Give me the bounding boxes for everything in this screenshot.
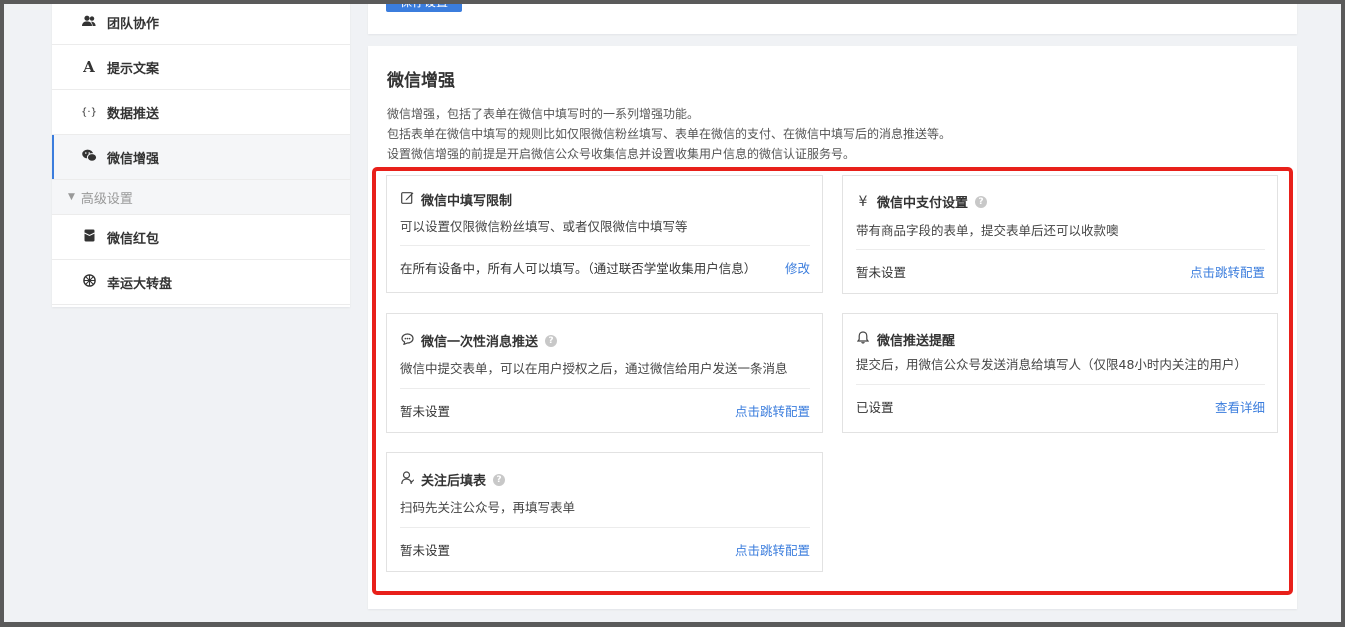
card-follow-then-fill: 关注后填表 ? 扫码先关注公众号，再填写表单 暂未设置 点击跳转配置	[386, 452, 823, 572]
sidebar-item-data-push[interactable]: {·} 数据推送	[52, 90, 350, 135]
card-title-text: 微信中支付设置	[877, 196, 969, 211]
card-status: 暂未设置	[856, 265, 907, 280]
description-line: 包括表单在微信中填写的规则比如仅限微信粉丝填写、表单在微信的支付、在微信中填写后…	[387, 127, 952, 141]
card-title-text: 微信一次性消息推送	[421, 335, 539, 350]
sidebar-item-label: 团队协作	[107, 16, 160, 32]
app-frame: 团队协作 A 提示文案 {·} 数据推送 微信增强 ▼ 高级设置 微信红包 幸运…	[4, 4, 1341, 622]
card-one-time-message: 微信一次性消息推送 ? 微信中提交表单，可以在用户授权之后，通过微信给用户发送一…	[386, 313, 823, 433]
card-title-text: 微信中填写限制	[421, 194, 513, 209]
help-icon[interactable]: ?	[545, 334, 558, 347]
wheel-icon	[80, 274, 98, 290]
card-status: 暂未设置	[400, 404, 451, 419]
sidebar-item-wechat[interactable]: 微信增强	[52, 135, 350, 180]
card-description: 微信中提交表单，可以在用户授权之后，通过微信给用户发送一条消息	[400, 361, 788, 376]
bell-icon	[856, 331, 870, 348]
code-braces-icon: {·}	[81, 106, 97, 118]
sidebar: 团队协作 A 提示文案 {·} 数据推送 微信增强 ▼ 高级设置 微信红包 幸运…	[52, 4, 350, 307]
card-status: 暂未设置	[400, 543, 451, 558]
sidebar-item-lucky-wheel[interactable]: 幸运大转盘	[52, 260, 350, 305]
card-title-text: 微信推送提醒	[877, 334, 956, 349]
card-description: 带有商品字段的表单，提交表单后还可以收款噢	[856, 223, 1119, 238]
sidebar-item-label: 幸运大转盘	[107, 276, 173, 292]
card-payment-settings: ¥ 微信中支付设置 ? 带有商品字段的表单，提交表单后还可以收款噢 暂未设置 点…	[842, 175, 1278, 294]
wechat-enhance-panel: 微信增强 微信增强，包括了表单在微信中填写时的一系列增强功能。 包括表单在微信中…	[368, 46, 1297, 609]
wechat-icon	[80, 149, 98, 165]
card-status: 在所有设备中，所有人可以填写。（通过联否学堂收集用户信息）	[400, 261, 757, 276]
yen-icon: ¥	[858, 193, 868, 210]
red-packet-icon	[80, 229, 98, 245]
card-title: 关注后填表 ?	[400, 470, 506, 489]
view-details-link[interactable]: 查看详细	[1215, 397, 1265, 416]
card-title: 微信推送提醒	[856, 330, 955, 349]
sidebar-item-tips[interactable]: A 提示文案	[52, 45, 350, 90]
card-divider	[400, 245, 810, 246]
panel-description: 微信增强，包括了表单在微信中填写时的一系列增强功能。 包括表单在微信中填写的规则…	[387, 104, 951, 164]
card-divider	[856, 249, 1265, 250]
edit-icon	[400, 191, 414, 208]
card-title: 微信一次性消息推送 ?	[400, 331, 558, 350]
save-button[interactable]: 保存设置	[386, 4, 462, 12]
sidebar-item-red-packet[interactable]: 微信红包	[52, 215, 350, 260]
card-description: 扫码先关注公众号，再填写表单	[400, 500, 576, 515]
description-line: 微信增强，包括了表单在微信中填写时的一系列增强功能。	[387, 107, 700, 121]
card-title: ¥ 微信中支付设置 ?	[856, 192, 988, 211]
sidebar-group-label: 高级设置	[80, 191, 133, 207]
message-icon	[400, 332, 414, 349]
help-icon[interactable]: ?	[975, 195, 988, 208]
card-description: 可以设置仅限微信粉丝填写、或者仅限微信中填写等	[400, 219, 688, 234]
caret-down-icon: ▼	[68, 192, 75, 202]
configure-link[interactable]: 点击跳转配置	[735, 401, 810, 420]
card-divider	[400, 388, 810, 389]
card-divider	[400, 527, 810, 528]
configure-link[interactable]: 点击跳转配置	[1190, 262, 1265, 281]
help-icon[interactable]: ?	[493, 473, 506, 486]
sidebar-item-label: 数据推送	[107, 106, 160, 122]
card-fill-restriction: 微信中填写限制 可以设置仅限微信粉丝填写、或者仅限微信中填写等 在所有设备中，所…	[386, 175, 823, 293]
sidebar-item-label: 提示文案	[107, 61, 160, 77]
configure-link[interactable]: 点击跳转配置	[735, 540, 810, 559]
card-divider	[856, 384, 1265, 385]
user-follow-icon	[400, 470, 414, 489]
card-title-text: 关注后填表	[421, 474, 487, 489]
sidebar-item-label: 微信增强	[107, 151, 160, 167]
sidebar-group-advanced[interactable]: ▼ 高级设置	[52, 180, 350, 215]
text-icon: A	[83, 58, 95, 76]
card-push-reminder: 微信推送提醒 提交后，用微信公众号发送消息给填写人（仅限48小时内关注的用户） …	[842, 313, 1278, 433]
card-status: 已设置	[856, 400, 894, 415]
page-title: 微信增强	[387, 71, 455, 91]
team-icon	[80, 15, 98, 30]
card-description: 提交后，用微信公众号发送消息给填写人（仅限48小时内关注的用户）	[856, 357, 1247, 372]
modify-link[interactable]: 修改	[785, 258, 810, 277]
card-title: 微信中填写限制	[400, 190, 512, 209]
settings-panel-top: 保存设置	[368, 4, 1297, 34]
sidebar-item-team[interactable]: 团队协作	[52, 4, 350, 45]
description-line: 设置微信增强的前提是开启微信公众号收集信息并设置收集用户信息的微信认证服务号。	[387, 147, 856, 161]
sidebar-item-label: 微信红包	[107, 231, 160, 247]
